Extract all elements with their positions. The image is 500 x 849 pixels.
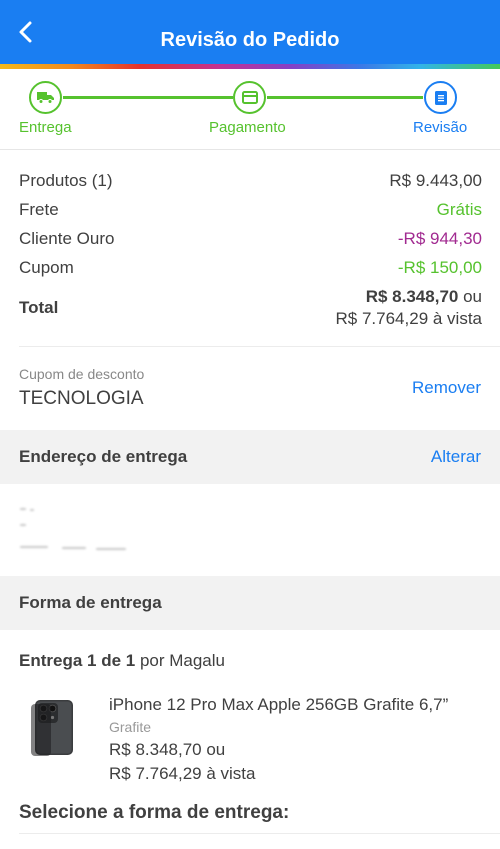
page-title: Revisão do Pedido — [160, 29, 340, 51]
step-review-label: Revisão — [413, 119, 468, 136]
product-price: R$ 8.348,70 ou — [109, 740, 226, 759]
delivery-count: Entrega 1 de 1 por Magalu — [19, 650, 225, 672]
step-delivery[interactable] — [29, 81, 62, 114]
redacted-text — [20, 546, 48, 548]
delivery-section-header: Forma de entrega — [0, 576, 500, 630]
redacted-text — [20, 524, 26, 526]
products-value: R$ 9.443,00 — [389, 171, 482, 190]
product-name: iPhone 12 Pro Max Apple 256GB Grafite 6,… — [109, 695, 449, 714]
total-value: R$ 8.348,70 — [365, 287, 459, 306]
remove-coupon-link[interactable]: Remover — [412, 377, 481, 399]
delivery-seller: por Magalu — [135, 651, 225, 670]
product-cash-price: R$ 7.764,29 à vista — [109, 764, 256, 783]
delivery-title: Forma de entrega — [19, 593, 162, 612]
step-payment-label: Pagamento — [209, 119, 286, 136]
delivery-count-bold: Entrega 1 de 1 — [19, 651, 136, 670]
step-delivery-label: Entrega — [19, 119, 72, 136]
shipping-value: Grátis — [436, 200, 482, 219]
address-section-header: Endereço de entrega Alterar — [0, 430, 500, 484]
coupon-code: TECNOLOGIA — [19, 388, 144, 409]
address-content — [0, 484, 500, 575]
redacted-text — [30, 509, 34, 511]
product-image — [31, 700, 73, 756]
redacted-text — [62, 547, 86, 549]
club-label: Cliente Ouro — [19, 229, 115, 248]
total-label: Total — [19, 298, 59, 317]
order-summary: Produtos (1) R$ 9.443,00 Frete Grátis Cl… — [0, 150, 500, 346]
change-address-link[interactable]: Alterar — [431, 446, 481, 468]
redacted-text — [96, 548, 126, 550]
divider — [19, 833, 500, 834]
select-delivery-title: Selecione a forma de entrega: — [19, 802, 290, 823]
summary-coupon-row: Cupom -R$ 150,00 — [19, 257, 482, 279]
app-header: Revisão do Pedido — [0, 0, 500, 64]
truck-icon — [37, 92, 54, 104]
total-value-block: R$ 8.348,70 ou R$ 7.764,29 à vista — [336, 286, 482, 330]
summary-club-row: Cliente Ouro -R$ 944,30 — [19, 228, 482, 250]
address-title: Endereço de entrega — [19, 447, 188, 466]
card-icon — [241, 91, 258, 104]
coupon-discount-value: -R$ 150,00 — [397, 258, 482, 277]
step-connector — [63, 96, 233, 99]
redacted-text — [20, 508, 26, 510]
checkout-stepper: Entrega Pagamento Revisão — [0, 69, 500, 150]
club-discount-value: -R$ 944,30 — [397, 229, 482, 248]
coupon-section: Cupom de desconto TECNOLOGIA Remover — [0, 347, 500, 430]
product-variant: Grafite — [109, 719, 152, 735]
document-icon — [434, 90, 447, 105]
step-connector — [267, 96, 423, 99]
coupon-label: Cupom — [19, 258, 74, 277]
total-or: ou — [458, 287, 482, 306]
summary-shipping-row: Frete Grátis — [19, 199, 482, 221]
shipping-label: Frete — [19, 200, 59, 219]
coupon-caption: Cupom de desconto — [19, 366, 145, 382]
step-review[interactable] — [424, 81, 457, 114]
delivery-content: Entrega 1 de 1 por Magalu iPhone 12 Pro … — [0, 630, 500, 849]
products-label: Produtos (1) — [19, 171, 113, 190]
total-cash-value: R$ 7.764,29 à vista — [335, 309, 482, 328]
summary-products-row: Produtos (1) R$ 9.443,00 — [19, 170, 482, 192]
step-payment[interactable] — [233, 81, 266, 114]
